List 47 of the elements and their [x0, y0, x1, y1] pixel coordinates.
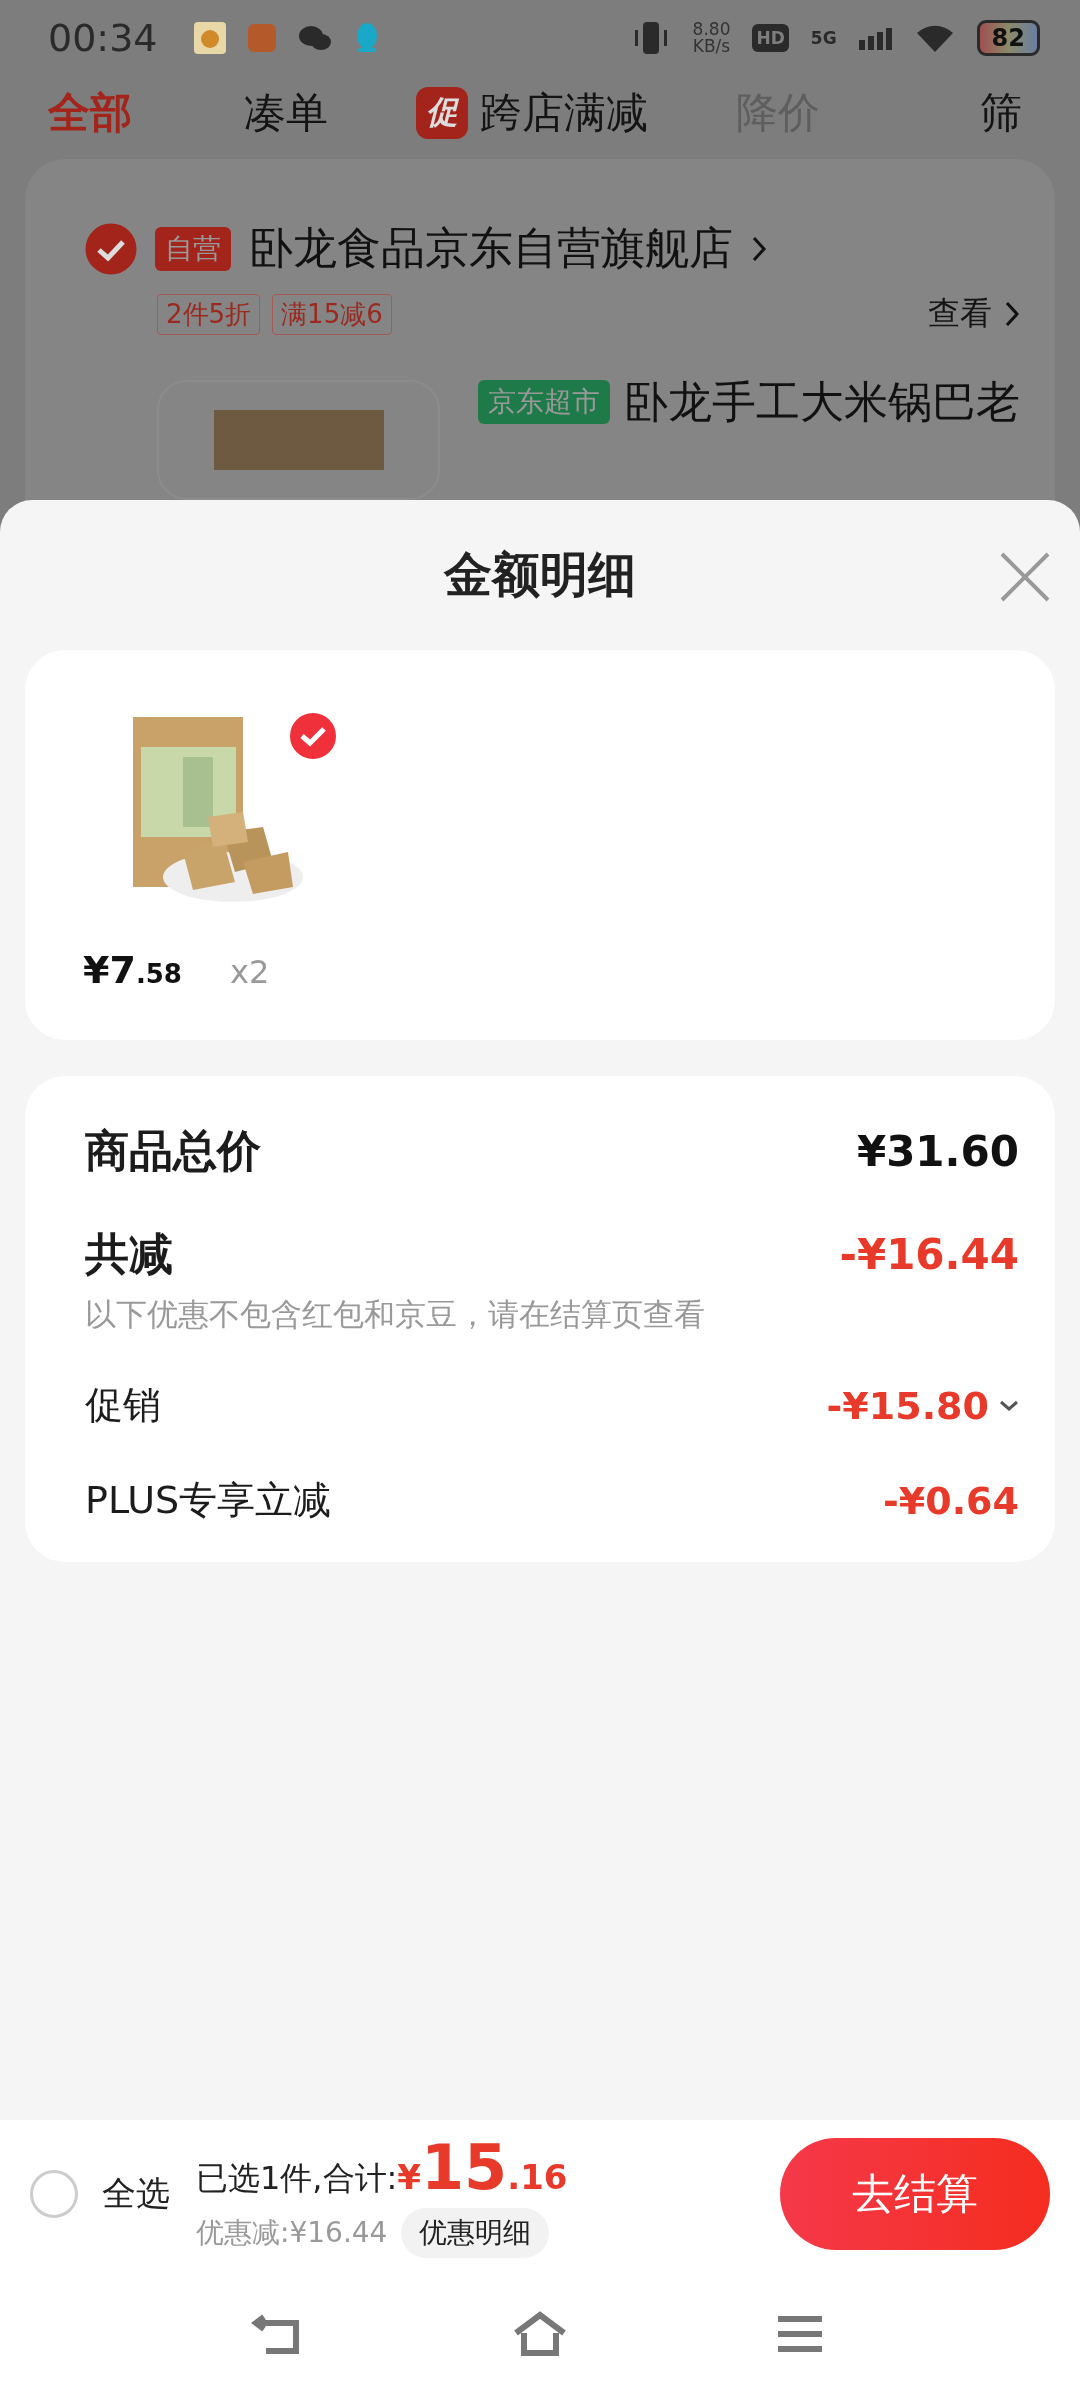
- close-button[interactable]: [998, 550, 1052, 604]
- summary-label: 商品总价: [85, 1124, 261, 1178]
- chevron-right-icon: [751, 234, 767, 263]
- store-tag: 京东超市: [478, 380, 610, 424]
- summary-label: 促销: [85, 1382, 161, 1429]
- chevron-right-icon: [1004, 300, 1020, 328]
- total-price: ¥15.16: [397, 2130, 568, 2204]
- chevron-down-icon[interactable]: [999, 1399, 1019, 1412]
- discount-details-button[interactable]: 优惠明细: [401, 2207, 550, 2258]
- speed-unit: KB/s: [692, 37, 731, 55]
- product-title: 卧龙手工大米锅巴老: [624, 380, 1020, 424]
- network-type: 5G: [810, 27, 837, 48]
- item-quantity: x2: [229, 953, 270, 991]
- tab-label: 跨店满减: [480, 87, 648, 140]
- filter-tab[interactable]: 凑单: [244, 85, 328, 142]
- summary-amount: -¥16.44: [839, 1230, 1019, 1279]
- store-name[interactable]: 卧龙食品京东自营旗舰店: [249, 219, 733, 278]
- summary-amount: ¥31.60: [856, 1127, 1019, 1176]
- view-link[interactable]: 查看: [928, 292, 992, 336]
- discount-total: 优惠减:¥16.44: [196, 2214, 388, 2251]
- select-all-radio[interactable]: [30, 2170, 78, 2218]
- summary-amount: -¥0.64: [883, 1478, 1019, 1523]
- promo-tag: 满15减6: [272, 293, 392, 335]
- chat-bubbles-icon: [297, 23, 332, 52]
- status-time: 00:34: [48, 15, 158, 60]
- promo-badge: 促: [416, 87, 468, 140]
- select-all-label[interactable]: 全选: [102, 2171, 170, 2217]
- item-price: ¥7.58: [83, 948, 182, 992]
- checkbox[interactable]: [85, 222, 137, 275]
- checkout-button[interactable]: 去结算: [780, 2138, 1050, 2250]
- app-icon: [193, 21, 226, 54]
- selected-count: 已选1件,合计:: [196, 2157, 398, 2199]
- summary-label: PLUS专享立减: [85, 1477, 332, 1524]
- battery-level: 82: [976, 19, 1040, 56]
- network-speed: 8.80: [692, 20, 731, 38]
- summary-amount: -¥15.80: [826, 1383, 989, 1428]
- promo-tag: 2件5折: [157, 293, 261, 335]
- discount-note: 以下优惠不包含红包和京豆，请在结算页查看: [85, 1295, 706, 1334]
- store-tag: 自营: [155, 226, 231, 271]
- hd-badge: HD: [752, 23, 789, 52]
- signal-icon: [858, 25, 893, 50]
- summary-label: 共减: [85, 1227, 173, 1281]
- check-badge[interactable]: [289, 712, 337, 760]
- sheet-title: 金额明细: [444, 545, 636, 604]
- filter-tab[interactable]: 筛: [980, 85, 1022, 142]
- app-icon: [247, 23, 276, 52]
- filter-tab[interactable]: 促 跨店满减: [416, 85, 648, 142]
